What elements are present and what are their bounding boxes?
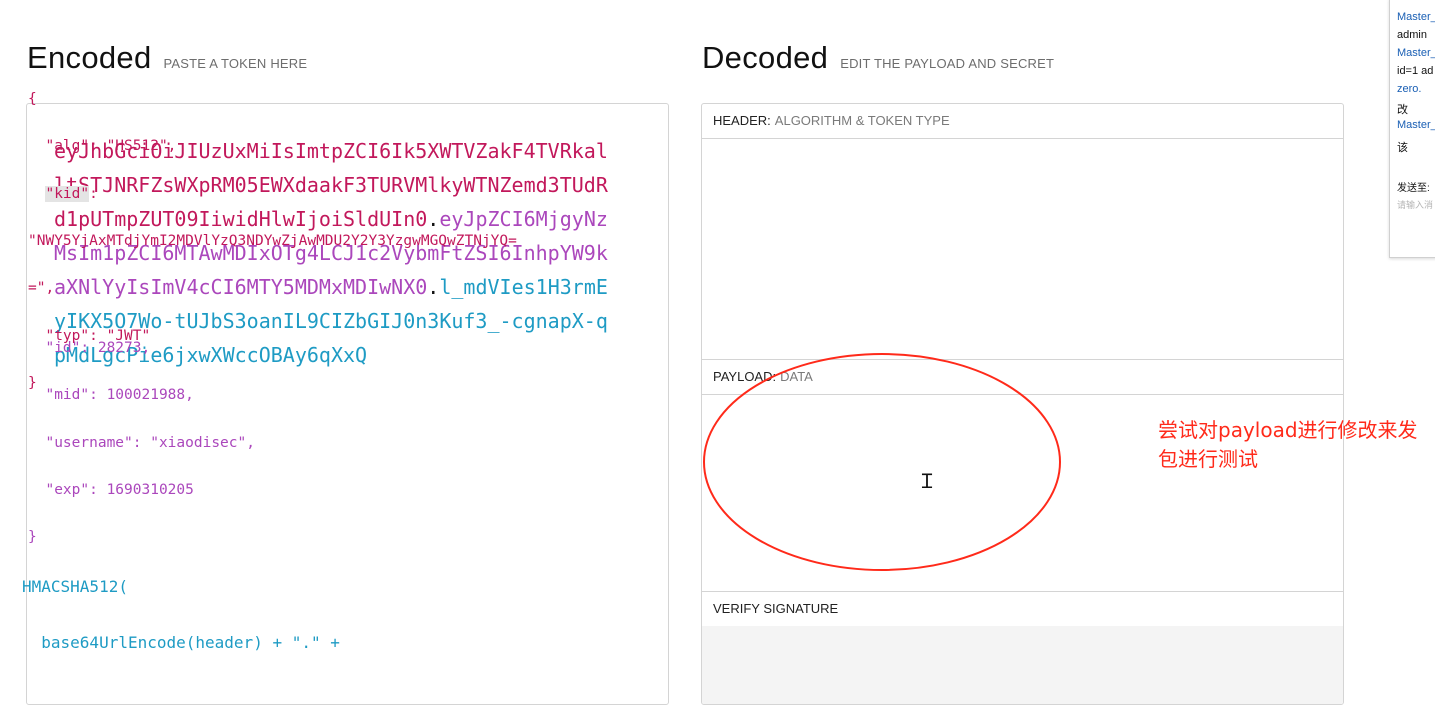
red-ellipse-annotation bbox=[703, 353, 1061, 571]
code-line: "username": "xiaodisec", bbox=[28, 434, 255, 451]
payload-json-editor[interactable]: "id": 28273, "mid": 100021988, "username… bbox=[28, 313, 255, 574]
decoded-section-title: Decoded EDIT THE PAYLOAD AND SECRET bbox=[702, 40, 1054, 76]
annotation-text: 尝试对payload进行修改来发包进行测试 bbox=[1158, 418, 1418, 471]
code-line: =", bbox=[28, 280, 55, 297]
popup-item: 该 bbox=[1397, 142, 1408, 154]
popup-item[interactable]: zero. bbox=[1397, 83, 1421, 95]
verify-label: VERIFY SIGNATURE bbox=[713, 601, 839, 616]
popup-item: 改 bbox=[1397, 104, 1408, 116]
code-line: "mid": 100021988, bbox=[28, 387, 194, 404]
popup-item[interactable]: Master_ bbox=[1397, 119, 1435, 131]
code-line: "kid": bbox=[28, 183, 517, 207]
code-line: base64UrlEncode(header) + "." + bbox=[22, 633, 340, 652]
decoded-subtitle: EDIT THE PAYLOAD AND SECRET bbox=[840, 56, 1055, 71]
decoded-heading: Decoded bbox=[702, 40, 829, 75]
verify-signature-code[interactable]: HMACSHA512( base64UrlEncode(header) + ".… bbox=[22, 545, 340, 685]
popup-item[interactable]: Master_ bbox=[1397, 47, 1435, 59]
message-input[interactable]: 请输入消 bbox=[1397, 198, 1433, 211]
code-line: { bbox=[28, 90, 37, 107]
header-label: HEADER: bbox=[713, 113, 771, 128]
code-line: HMACSHA512( bbox=[22, 577, 128, 596]
code-line: "NWY5YjAxMTdjYmI2MDVlYzQ3NDYwZjAwMDU2Y2Y… bbox=[28, 232, 517, 249]
kid-key-highlight: "kid" bbox=[45, 185, 90, 202]
code-line: "alg": "HS512", bbox=[28, 138, 177, 155]
popup-item: admin bbox=[1397, 29, 1427, 41]
popup-item: id=1 ad bbox=[1397, 65, 1434, 77]
send-to-label: 发送至: bbox=[1397, 183, 1430, 194]
header-section-label: HEADER: ALGORITHM & TOKEN TYPE bbox=[702, 104, 1343, 139]
verify-signature-label: VERIFY SIGNATURE bbox=[702, 591, 1343, 627]
code-line: "id": 28273, bbox=[28, 339, 151, 356]
side-popup-panel: Master_ admin Master_ id=1 ad zero. 改 Ma… bbox=[1389, 0, 1435, 258]
header-description: ALGORITHM & TOKEN TYPE bbox=[774, 113, 950, 128]
popup-item[interactable]: Master_ bbox=[1397, 11, 1435, 23]
verify-signature-area bbox=[702, 626, 1343, 704]
code-line: "exp": 1690310205 bbox=[28, 481, 194, 498]
